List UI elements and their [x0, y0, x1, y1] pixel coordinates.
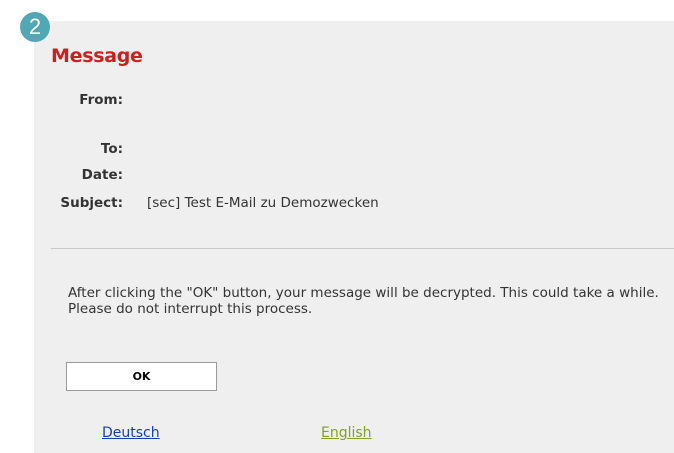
decrypt-message-page: 2 Message From: To: Date: Subject: [sec]…: [0, 0, 674, 453]
language-link-deutsch[interactable]: Deutsch: [102, 425, 160, 441]
date-row: Date:: [34, 167, 654, 187]
date-label: Date:: [81, 167, 123, 183]
divider: [51, 248, 674, 249]
from-label: From:: [79, 92, 123, 108]
to-label: To:: [100, 141, 123, 157]
ok-button[interactable]: OK: [66, 362, 217, 391]
subject-value: [sec] Test E-Mail zu Demozwecken: [147, 195, 379, 211]
page-title: Message: [51, 45, 143, 67]
step-number-badge: 2: [20, 12, 50, 42]
decryption-notice: After clicking the "OK" button, your mes…: [68, 285, 659, 317]
to-row: To:: [34, 141, 654, 161]
subject-label: Subject:: [60, 195, 123, 211]
subject-row: Subject: [sec] Test E-Mail zu Demozwecke…: [34, 195, 654, 215]
from-row: From:: [34, 92, 654, 112]
language-link-english[interactable]: English: [321, 425, 372, 441]
